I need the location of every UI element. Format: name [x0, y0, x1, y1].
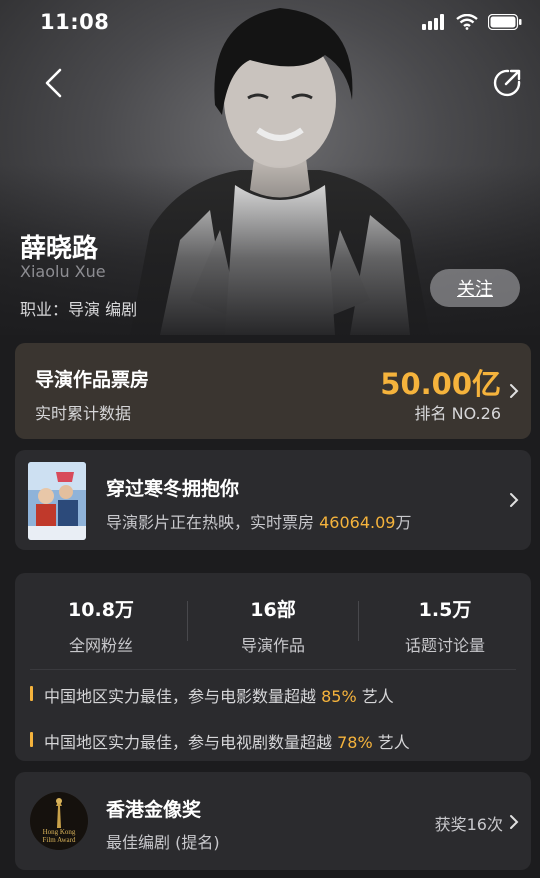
person-occupation: 职业：导演 编剧 [20, 300, 138, 319]
award-subtitle: 最佳编剧 (提名) [106, 833, 220, 852]
movie-status: 导演影片正在热映，实时票房 46064.09万 [106, 509, 411, 533]
chevron-right-icon [510, 384, 519, 398]
award-card[interactable]: Hong Kong Film Award 香港金像奖 最佳编剧 (提名) 获奖1… [15, 772, 531, 870]
movie-poster [28, 462, 86, 540]
stat-label: 全网粉丝 [68, 636, 133, 655]
ranking-percent: 85% [321, 687, 357, 706]
ranking-tv: 中国地区实力最佳，参与电视剧数量超越 78% 艺人 [30, 729, 410, 753]
follow-button[interactable]: 关注 [430, 269, 520, 307]
stats-card: 10.8万 全网粉丝 16部 导演作品 1.5万 话题讨论量 中国地区实力最佳，… [15, 573, 531, 761]
box-office-title: 导演作品票房 [35, 369, 150, 391]
award-logo-text-2: Film Award [43, 836, 76, 844]
movie-status-text: 导演影片正在热映，实时票房 [106, 513, 320, 532]
ranking-suffix: 艺人 [356, 687, 394, 706]
stat-value: 10.8万 [68, 599, 134, 621]
box-office-subtitle: 实时累计数据 [35, 404, 132, 423]
ranking-percent: 78% [337, 733, 373, 752]
stat-discussions: 1.5万 话题讨论量 [359, 595, 531, 656]
status-icons [422, 14, 522, 30]
stat-value: 16部 [250, 599, 296, 621]
battery-icon [488, 14, 522, 30]
stat-fans: 10.8万 全网粉丝 [15, 595, 187, 656]
stat-value: 1.5万 [418, 599, 472, 621]
award-logo: Hong Kong Film Award [30, 792, 88, 850]
box-office-rank: 排名 NO.26 [414, 404, 501, 423]
award-count: 获奖16次 [434, 815, 503, 834]
ranking-suffix: 艺人 [372, 733, 410, 752]
person-name: 薛晓路 [20, 234, 99, 264]
signal-icon [422, 14, 444, 30]
ranking-text: 中国地区实力最佳，参与电视剧数量超越 [44, 733, 338, 752]
movie-box-office-unit: 万 [395, 513, 412, 532]
share-button[interactable] [492, 68, 522, 98]
stat-works: 16部 导演作品 [187, 595, 359, 656]
stats-separator [30, 669, 516, 670]
back-button[interactable] [38, 66, 72, 100]
wifi-icon [456, 14, 478, 30]
movie-title: 穿过寒冬拥抱你 [106, 478, 240, 500]
chevron-right-icon [510, 815, 519, 829]
box-office-card[interactable]: 导演作品票房 实时累计数据 50.00亿 排名 NO.26 [15, 343, 531, 439]
stat-label: 话题讨论量 [404, 636, 485, 655]
chevron-right-icon [510, 493, 519, 507]
now-showing-card[interactable]: 穿过寒冬拥抱你 导演影片正在热映，实时票房 46064.09万 [15, 450, 531, 550]
person-english-name: Xiaolu Xue [20, 262, 106, 281]
stat-label: 导演作品 [240, 636, 305, 655]
award-logo-text-1: Hong Kong [43, 828, 76, 836]
box-office-value: 50.00亿 [380, 367, 501, 401]
movie-box-office: 46064.09 [319, 513, 396, 532]
ranking-movies: 中国地区实力最佳，参与电影数量超越 85% 艺人 [30, 683, 394, 707]
ranking-text: 中国地区实力最佳，参与电影数量超越 [44, 687, 322, 706]
award-title: 香港金像奖 [106, 799, 202, 821]
status-time: 11:08 [40, 10, 110, 34]
status-bar: 11:08 [0, 0, 540, 48]
